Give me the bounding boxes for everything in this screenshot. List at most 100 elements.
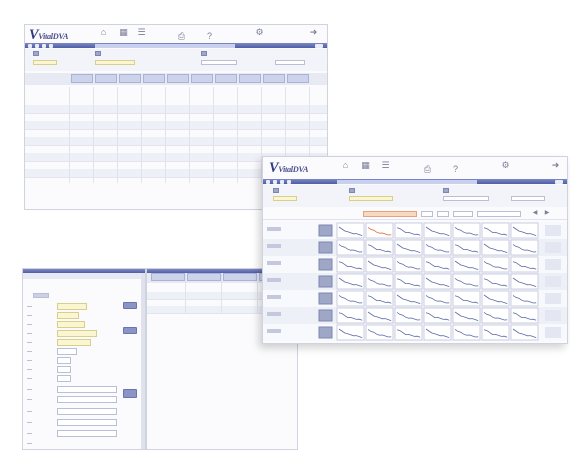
nav-button[interactable] (35, 43, 39, 48)
sparkline-cell[interactable] (423, 256, 452, 273)
help-icon[interactable]: ? (449, 164, 462, 175)
graph-icon[interactable]: ▦ (359, 160, 372, 171)
nav-button[interactable] (266, 179, 270, 184)
list-icon[interactable]: ☰ (135, 27, 148, 38)
mode-tab-active[interactable] (363, 211, 417, 217)
option-icon[interactable] (443, 188, 449, 193)
list-icon[interactable]: ☰ (379, 160, 392, 171)
select-button[interactable] (123, 327, 137, 334)
sparkline-cell[interactable] (481, 222, 510, 239)
chart-thumbnail[interactable] (318, 309, 333, 322)
column-header[interactable] (287, 74, 309, 83)
sparkline-cell[interactable] (452, 256, 481, 273)
sparkline-cell[interactable] (452, 273, 481, 290)
sparkline-cell[interactable] (452, 290, 481, 307)
sparkline-cell[interactable] (481, 307, 510, 324)
search-field[interactable] (275, 60, 305, 65)
sparkline-cell[interactable] (510, 324, 539, 341)
logout-icon[interactable]: ➜ (549, 160, 562, 171)
sparkline-cell[interactable] (394, 324, 423, 341)
column-header[interactable] (191, 74, 213, 83)
sparkline-cell[interactable] (510, 256, 539, 273)
sparkline-cell[interactable] (452, 222, 481, 239)
column-header[interactable] (187, 273, 221, 281)
nav-button[interactable] (273, 179, 277, 184)
add-button[interactable] (123, 389, 137, 398)
sparkline-cell[interactable] (510, 290, 539, 307)
filter-field[interactable] (349, 196, 393, 201)
sparkline-cell[interactable] (423, 273, 452, 290)
form-input[interactable] (57, 419, 117, 426)
sparkline-cell[interactable] (423, 239, 452, 256)
chart-thumbnail[interactable] (318, 258, 333, 271)
sparkline-cell[interactable] (510, 307, 539, 324)
sparkline-cell[interactable] (336, 307, 365, 324)
option-icon[interactable] (201, 51, 207, 56)
close-button[interactable] (555, 179, 563, 184)
date-field[interactable] (273, 196, 297, 201)
sparkline-cell[interactable] (394, 273, 423, 290)
column-header[interactable] (223, 273, 257, 281)
form-input[interactable] (57, 321, 85, 328)
sparkline-cell[interactable] (336, 324, 365, 341)
sparkline-cell[interactable] (394, 239, 423, 256)
help-icon[interactable]: ? (203, 31, 216, 42)
sparkline-cell[interactable] (365, 273, 394, 290)
form-input[interactable] (57, 330, 97, 337)
form-input[interactable] (57, 396, 117, 403)
date-field[interactable] (33, 60, 57, 65)
column-header[interactable] (143, 74, 165, 83)
print-icon[interactable]: ⎙ (421, 164, 434, 175)
form-input[interactable] (57, 366, 71, 373)
settings-icon[interactable]: ⚙ (499, 160, 512, 171)
sparkline-cell[interactable] (336, 222, 365, 239)
logout-icon[interactable]: ➜ (307, 27, 320, 38)
home-icon[interactable]: ⌂ (97, 27, 110, 38)
sparkline-cell[interactable] (423, 307, 452, 324)
form-tab[interactable] (33, 293, 49, 298)
settings-icon[interactable]: ⚙ (253, 27, 266, 38)
sparkline-cell[interactable] (365, 256, 394, 273)
calendar-icon[interactable] (273, 188, 279, 193)
sparkline-cell[interactable] (365, 290, 394, 307)
form-input[interactable] (57, 357, 71, 364)
sparkline-cell[interactable] (365, 222, 394, 239)
sparkline-cell[interactable] (510, 239, 539, 256)
sparkline-cell[interactable] (423, 290, 452, 307)
option-field[interactable] (201, 60, 237, 65)
column-header[interactable] (239, 74, 261, 83)
sparkline-cell[interactable] (394, 290, 423, 307)
sparkline-cell[interactable] (365, 324, 394, 341)
sparkline-cell[interactable] (481, 324, 510, 341)
lookup-button[interactable] (123, 302, 137, 309)
filter-icon[interactable] (349, 188, 355, 193)
form-input[interactable] (57, 408, 117, 415)
sparkline-cell[interactable] (394, 307, 423, 324)
mode-tab[interactable] (477, 211, 521, 217)
form-input[interactable] (57, 303, 87, 310)
form-input[interactable] (57, 312, 79, 319)
sparkline-cell[interactable] (365, 239, 394, 256)
sparkline-cell[interactable] (452, 324, 481, 341)
chart-thumbnail[interactable] (318, 275, 333, 288)
chart-thumbnail[interactable] (318, 224, 333, 237)
nav-button[interactable] (287, 179, 291, 184)
column-header[interactable] (95, 74, 117, 83)
form-input[interactable] (57, 339, 91, 346)
form-input[interactable] (57, 386, 117, 393)
sparkline-cell[interactable] (336, 290, 365, 307)
sparkline-cell[interactable] (481, 273, 510, 290)
graph-icon[interactable]: ▦ (117, 27, 130, 38)
chart-thumbnail[interactable] (318, 326, 333, 339)
sparkline-cell[interactable] (510, 273, 539, 290)
mode-tab[interactable] (437, 211, 449, 217)
sparkline-cell[interactable] (336, 256, 365, 273)
mode-tab[interactable] (421, 211, 433, 217)
sparkline-cell[interactable] (336, 239, 365, 256)
sparkline-cell[interactable] (394, 222, 423, 239)
nav-button[interactable] (280, 179, 284, 184)
sparkline-cell[interactable] (481, 239, 510, 256)
column-header[interactable] (215, 74, 237, 83)
column-header[interactable] (167, 74, 189, 83)
column-header[interactable] (71, 74, 93, 83)
